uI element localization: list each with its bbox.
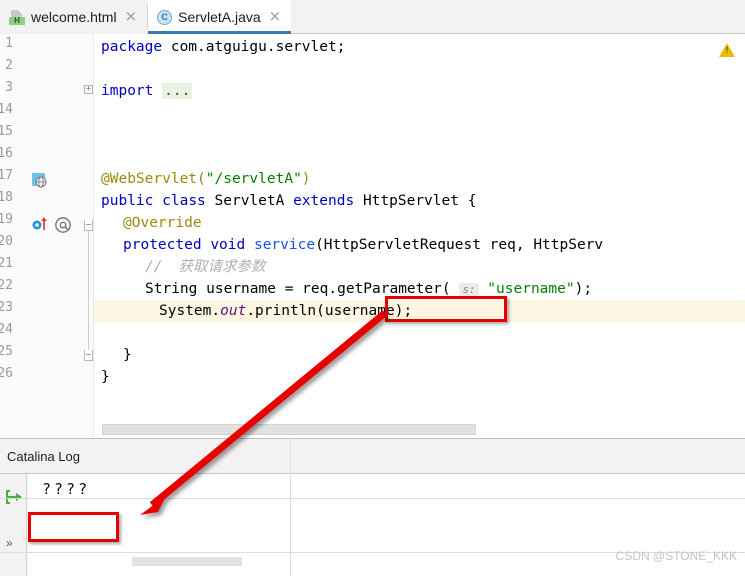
highlight-box-log-output	[28, 512, 119, 542]
code-text-area[interactable]: package com.atguigu.servlet; import ... …	[94, 34, 745, 438]
line-number: 3	[5, 80, 13, 95]
more-chevron-icon[interactable]: »	[6, 536, 13, 550]
code-editor[interactable]: 1 2 3 14 15 16 17 18 19 20 21 22 23 24 2…	[0, 34, 745, 438]
code-line-19[interactable]: protected void service(HttpServletReques…	[94, 234, 603, 256]
line-number: 2	[5, 58, 13, 73]
close-icon[interactable]: ×	[123, 8, 140, 26]
code-line-20[interactable]: // 获取请求参数	[94, 256, 265, 278]
code-line-16[interactable]: @WebServlet("/servletA")	[94, 168, 311, 190]
keyword-extends: extends	[293, 193, 355, 209]
line-number: 15	[0, 124, 13, 139]
annotation-close-paren: )	[301, 171, 311, 187]
line-number: 18	[0, 190, 13, 205]
at-sign-icon[interactable]	[54, 216, 72, 238]
comment-slashes: //	[145, 259, 163, 275]
fold-collapse-end-icon[interactable]	[84, 350, 93, 361]
line-number: 19	[0, 212, 13, 227]
keyword-protected: protected	[123, 237, 202, 253]
code-folding-column[interactable]: +	[84, 34, 94, 438]
line-number: 26	[0, 366, 13, 381]
tab-label: welcome.html	[31, 9, 117, 25]
annotation-webservlet: @WebServlet(	[101, 171, 206, 187]
class-name: ServletA	[214, 193, 285, 209]
line-number: 20	[0, 234, 13, 249]
keyword-package: package	[101, 39, 163, 55]
req-getparameter-call: req.getParameter(	[302, 281, 451, 297]
servlet-globe-icon[interactable]	[30, 172, 48, 193]
keyword-class: class	[162, 193, 206, 209]
servlet-path-string: "/servletA"	[205, 171, 302, 187]
highlight-box-println	[385, 296, 507, 322]
closing-brace-method: }	[123, 347, 132, 363]
fold-expand-icon[interactable]: +	[84, 85, 93, 94]
assign-operator: =	[284, 281, 294, 297]
tab-servleta-java[interactable]: C ServletA.java ×	[148, 0, 292, 34]
call-close: );	[574, 281, 593, 297]
close-icon[interactable]: ×	[267, 8, 284, 26]
import-fold-placeholder[interactable]: ...	[162, 83, 193, 99]
keyword-public: public	[101, 193, 154, 209]
code-line-25[interactable]: }	[94, 366, 110, 388]
editor-gutter[interactable]: 1 2 3 14 15 16 17 18 19 20 21 22 23 24 2…	[0, 34, 94, 438]
system-ref: System.	[159, 303, 221, 319]
tab-label: ServletA.java	[178, 9, 261, 25]
tab-welcome-html[interactable]: H welcome.html ×	[0, 0, 148, 34]
code-line-3[interactable]: import ...	[94, 80, 193, 102]
jump-to-source-icon[interactable]	[4, 488, 23, 511]
line-number: 24	[0, 322, 13, 337]
editor-tab-bar: H welcome.html × C ServletA.java ×	[0, 0, 745, 34]
watermark: CSDN @STONE_KKK	[615, 549, 737, 563]
comment-text: 获取请求参数	[178, 259, 266, 275]
editor-horizontal-scrollbar[interactable]	[102, 424, 476, 435]
method-name-service: service	[253, 237, 316, 253]
panel-toolbar: »	[0, 474, 27, 576]
code-line-17[interactable]: public class ServletA extends HttpServle…	[94, 190, 476, 212]
html-file-icon: H	[9, 9, 25, 25]
line-number: 21	[0, 256, 13, 271]
keyword-import: import	[101, 83, 154, 99]
superclass-name: HttpServlet {	[362, 193, 477, 209]
idea-window: H welcome.html × C ServletA.java × 1 2 3…	[0, 0, 745, 576]
code-line-1[interactable]: package com.atguigu.servlet;	[94, 36, 345, 58]
java-class-icon: C	[157, 9, 173, 25]
code-line-18[interactable]: @Override	[94, 212, 202, 234]
fold-collapse-icon[interactable]	[84, 220, 93, 231]
field-out: out	[220, 303, 247, 319]
line-number: 22	[0, 278, 13, 293]
package-name: com.atguigu.servlet;	[170, 39, 346, 55]
parameter-name-hint: s:	[459, 283, 479, 296]
type-string: String	[145, 281, 198, 297]
line-number: 14	[0, 102, 13, 117]
keyword-void: void	[210, 237, 246, 253]
panel-row-divider-1	[0, 498, 745, 499]
line-number: 17	[0, 168, 13, 183]
code-line-24[interactable]: }	[94, 344, 132, 366]
panel-vertical-divider	[290, 438, 291, 576]
fold-region-line	[88, 230, 89, 352]
panel-horizontal-scrollbar[interactable]	[132, 557, 242, 566]
line-number: 23	[0, 300, 13, 315]
panel-title: Catalina Log	[7, 449, 80, 464]
override-arrow-icon[interactable]	[32, 216, 52, 237]
log-output-text: ????	[42, 480, 91, 498]
closing-brace-class: }	[101, 369, 110, 385]
annotation-override: @Override	[123, 215, 202, 231]
warning-triangle-icon[interactable]	[719, 43, 735, 57]
line-number: 1	[5, 36, 13, 51]
line-number: 25	[0, 344, 13, 359]
line-number: 16	[0, 146, 13, 161]
variable-username: username	[206, 281, 276, 297]
service-parameters: (HttpServletRequest req, HttpServ	[315, 237, 604, 253]
code-line-21[interactable]: String username = req.getParameter( s: "…	[94, 278, 592, 300]
param-string-literal: "username"	[487, 281, 575, 297]
